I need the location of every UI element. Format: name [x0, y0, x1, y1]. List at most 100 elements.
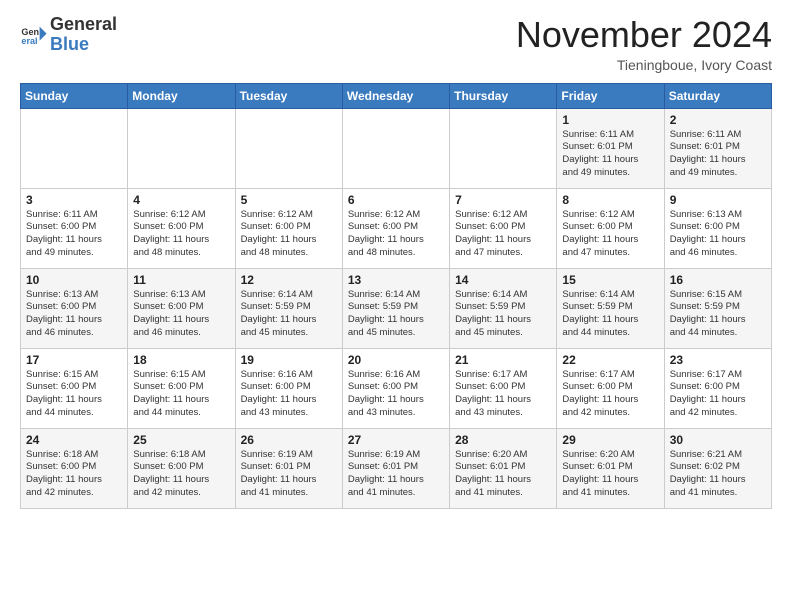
day-number: 27	[348, 433, 444, 447]
calendar-cell: 27Sunrise: 6:19 AM Sunset: 6:01 PM Dayli…	[342, 428, 449, 508]
logo-general: General	[50, 14, 117, 34]
day-info: Sunrise: 6:13 AM Sunset: 6:00 PM Dayligh…	[26, 289, 122, 340]
day-number: 28	[455, 433, 551, 447]
calendar-cell: 22Sunrise: 6:17 AM Sunset: 6:00 PM Dayli…	[557, 348, 664, 428]
calendar-cell: 12Sunrise: 6:14 AM Sunset: 5:59 PM Dayli…	[235, 268, 342, 348]
calendar-cell: 24Sunrise: 6:18 AM Sunset: 6:00 PM Dayli…	[21, 428, 128, 508]
day-info: Sunrise: 6:21 AM Sunset: 6:02 PM Dayligh…	[670, 449, 766, 500]
page: Gen eral General Blue November 2024 Tien…	[0, 0, 792, 612]
calendar-cell: 28 Sunrise: 6:20 AM Sunset: 6:01 PM Dayli…	[450, 428, 557, 508]
day-number: 2	[670, 113, 766, 127]
day-number: 16	[670, 273, 766, 287]
day-info: Sunrise: 6:12 AM Sunset: 6:00 PM Dayligh…	[455, 209, 551, 260]
logo-text: General Blue	[50, 15, 117, 55]
calendar-cell: 6Sunrise: 6:12 AM Sunset: 6:00 PM Daylig…	[342, 188, 449, 268]
day-number: 10	[26, 273, 122, 287]
logo-icon: Gen eral	[20, 21, 48, 49]
calendar-cell: 9 Sunrise: 6:13 AM Sunset: 6:00 PM Daylig…	[664, 188, 771, 268]
day-number: 14	[455, 273, 551, 287]
calendar-cell: 18 Sunrise: 6:15 AM Sunset: 6:00 PM Dayli…	[128, 348, 235, 428]
calendar-cell: 13Sunrise: 6:14 AM Sunset: 5:59 PM Dayli…	[342, 268, 449, 348]
calendar-cell: 11Sunrise: 6:13 AM Sunset: 6:00 PM Dayli…	[128, 268, 235, 348]
calendar-cell: 16 Sunrise: 6:15 AM Sunset: 5:59 PM Dayli…	[664, 268, 771, 348]
day-info: Sunrise: 6:15 AM Sunset: 6:00 PM Dayligh…	[133, 369, 229, 420]
day-number: 3	[26, 193, 122, 207]
calendar-header-wednesday: Wednesday	[342, 83, 449, 108]
day-number: 5	[241, 193, 337, 207]
calendar-cell: 3 Sunrise: 6:11 AM Sunset: 6:00 PM Daylig…	[21, 188, 128, 268]
calendar-cell: 25 Sunrise: 6:18 AM Sunset: 6:00 PM Dayli…	[128, 428, 235, 508]
month-title: November 2024	[516, 15, 772, 55]
calendar-cell: 30 Sunrise: 6:21 AM Sunset: 6:02 PM Dayli…	[664, 428, 771, 508]
day-number: 9	[670, 193, 766, 207]
day-number: 25	[133, 433, 229, 447]
day-number: 26	[241, 433, 337, 447]
calendar-cell	[342, 108, 449, 188]
day-info: Sunrise: 6:12 AM Sunset: 6:00 PM Dayligh…	[133, 209, 229, 260]
day-number: 18	[133, 353, 229, 367]
calendar-table: SundayMondayTuesdayWednesdayThursdayFrid…	[20, 83, 772, 509]
day-info: Sunrise: 6:11 AM Sunset: 6:00 PM Dayligh…	[26, 209, 122, 260]
logo: Gen eral General Blue	[20, 15, 117, 55]
day-number: 24	[26, 433, 122, 447]
day-info: Sunrise: 6:12 AM Sunset: 6:00 PM Dayligh…	[241, 209, 337, 260]
header: Gen eral General Blue November 2024 Tien…	[20, 15, 772, 73]
calendar-cell: 23 Sunrise: 6:17 AM Sunset: 6:00 PM Dayli…	[664, 348, 771, 428]
day-number: 6	[348, 193, 444, 207]
day-info: Sunrise: 6:11 AM Sunset: 6:01 PM Dayligh…	[562, 129, 658, 180]
calendar-cell: 14 Sunrise: 6:14 AM Sunset: 5:59 PM Dayli…	[450, 268, 557, 348]
day-info: Sunrise: 6:16 AM Sunset: 6:00 PM Dayligh…	[241, 369, 337, 420]
calendar-week-row: 17Sunrise: 6:15 AM Sunset: 6:00 PM Dayli…	[21, 348, 772, 428]
calendar-cell: 7 Sunrise: 6:12 AM Sunset: 6:00 PM Daylig…	[450, 188, 557, 268]
svg-text:eral: eral	[21, 36, 37, 46]
calendar-header-sunday: Sunday	[21, 83, 128, 108]
day-info: Sunrise: 6:15 AM Sunset: 6:00 PM Dayligh…	[26, 369, 122, 420]
day-number: 23	[670, 353, 766, 367]
calendar-cell: 10 Sunrise: 6:13 AM Sunset: 6:00 PM Dayli…	[21, 268, 128, 348]
day-info: Sunrise: 6:14 AM Sunset: 5:59 PM Dayligh…	[348, 289, 444, 340]
day-number: 8	[562, 193, 658, 207]
day-info: Sunrise: 6:13 AM Sunset: 6:00 PM Dayligh…	[670, 209, 766, 260]
day-info: Sunrise: 6:20 AM Sunset: 6:01 PM Dayligh…	[562, 449, 658, 500]
calendar-week-row: 24 Sunrise: 6:18 AM Sunset: 6:00 PM Dayli…	[21, 428, 772, 508]
day-info: Sunrise: 6:12 AM Sunset: 6:00 PM Dayligh…	[562, 209, 658, 260]
calendar-cell	[235, 108, 342, 188]
title-block: November 2024 Tieningboue, Ivory Coast	[516, 15, 772, 73]
day-number: 21	[455, 353, 551, 367]
calendar-header-thursday: Thursday	[450, 83, 557, 108]
calendar-cell: 8 Sunrise: 6:12 AM Sunset: 6:00 PM Daylig…	[557, 188, 664, 268]
calendar-week-row: 1 Sunrise: 6:11 AM Sunset: 6:01 PM Daylig…	[21, 108, 772, 188]
calendar-cell: 21Sunrise: 6:17 AM Sunset: 6:00 PM Dayli…	[450, 348, 557, 428]
day-info: Sunrise: 6:11 AM Sunset: 6:01 PM Dayligh…	[670, 129, 766, 180]
calendar-header-tuesday: Tuesday	[235, 83, 342, 108]
day-info: Sunrise: 6:19 AM Sunset: 6:01 PM Dayligh…	[241, 449, 337, 500]
day-number: 1	[562, 113, 658, 127]
calendar-header-monday: Monday	[128, 83, 235, 108]
day-info: Sunrise: 6:17 AM Sunset: 6:00 PM Dayligh…	[562, 369, 658, 420]
calendar-cell: 15 Sunrise: 6:14 AM Sunset: 5:59 PM Dayli…	[557, 268, 664, 348]
day-info: Sunrise: 6:14 AM Sunset: 5:59 PM Dayligh…	[241, 289, 337, 340]
day-number: 4	[133, 193, 229, 207]
calendar-cell: 2 Sunrise: 6:11 AM Sunset: 6:01 PM Daylig…	[664, 108, 771, 188]
day-info: Sunrise: 6:17 AM Sunset: 6:00 PM Dayligh…	[670, 369, 766, 420]
calendar-cell	[450, 108, 557, 188]
calendar-cell: 17Sunrise: 6:15 AM Sunset: 6:00 PM Dayli…	[21, 348, 128, 428]
calendar-cell: 19Sunrise: 6:16 AM Sunset: 6:00 PM Dayli…	[235, 348, 342, 428]
day-info: Sunrise: 6:14 AM Sunset: 5:59 PM Dayligh…	[562, 289, 658, 340]
calendar-cell: 5 Sunrise: 6:12 AM Sunset: 6:00 PM Daylig…	[235, 188, 342, 268]
day-number: 15	[562, 273, 658, 287]
day-info: Sunrise: 6:13 AM Sunset: 6:00 PM Dayligh…	[133, 289, 229, 340]
calendar-week-row: 3 Sunrise: 6:11 AM Sunset: 6:00 PM Daylig…	[21, 188, 772, 268]
calendar-cell: 29 Sunrise: 6:20 AM Sunset: 6:01 PM Dayli…	[557, 428, 664, 508]
day-number: 29	[562, 433, 658, 447]
location: Tieningboue, Ivory Coast	[516, 57, 772, 73]
calendar-header-saturday: Saturday	[664, 83, 771, 108]
logo-blue: Blue	[50, 34, 89, 54]
calendar-cell: 1 Sunrise: 6:11 AM Sunset: 6:01 PM Daylig…	[557, 108, 664, 188]
day-number: 30	[670, 433, 766, 447]
day-info: Sunrise: 6:15 AM Sunset: 5:59 PM Dayligh…	[670, 289, 766, 340]
day-number: 7	[455, 193, 551, 207]
day-info: Sunrise: 6:18 AM Sunset: 6:00 PM Dayligh…	[133, 449, 229, 500]
day-info: Sunrise: 6:20 AM Sunset: 6:01 PM Dayligh…	[455, 449, 551, 500]
day-info: Sunrise: 6:14 AM Sunset: 5:59 PM Dayligh…	[455, 289, 551, 340]
